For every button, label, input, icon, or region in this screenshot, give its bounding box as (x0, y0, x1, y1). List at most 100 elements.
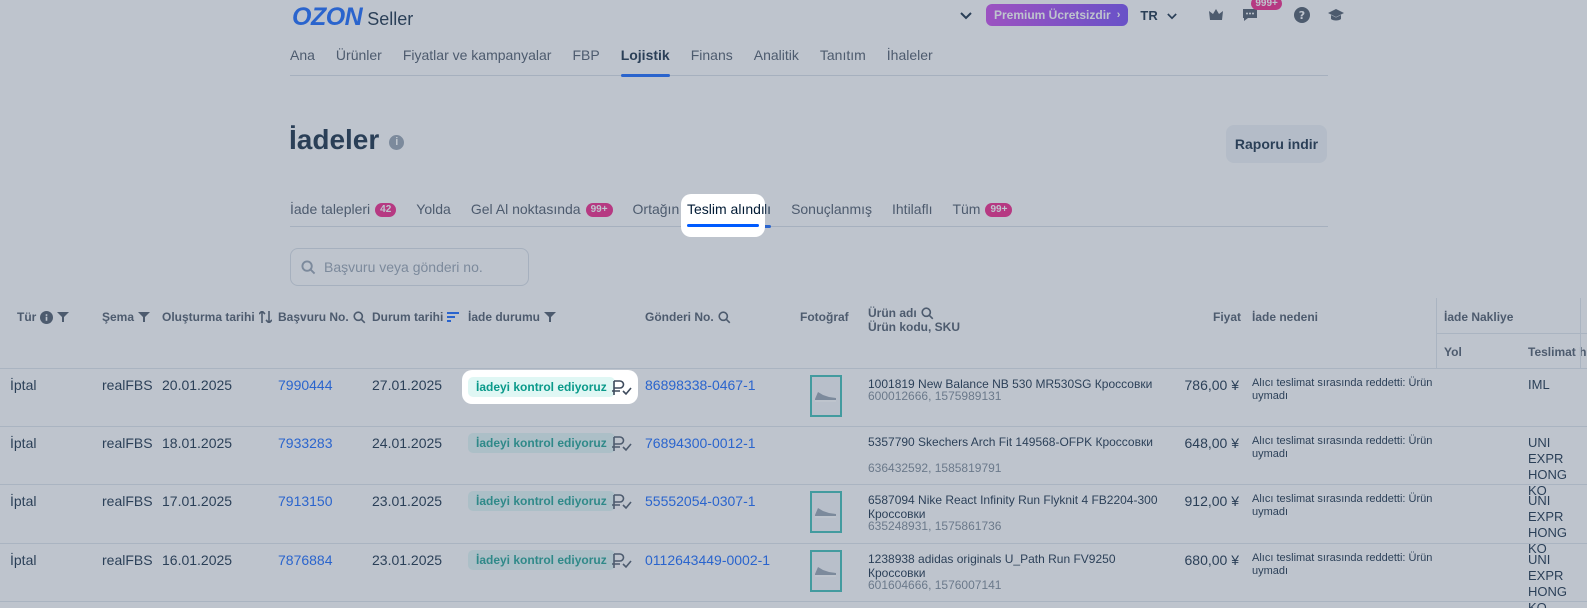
refund-ruble-icon[interactable] (610, 379, 632, 397)
download-report-button[interactable]: Raporu indir (1226, 125, 1327, 163)
cell-status-date: 24.01.2025 (372, 435, 443, 451)
filter-icon[interactable] (57, 312, 70, 322)
product-sku: 601604666, 1576007141 (868, 578, 1002, 592)
product-name: 6587094 Nike React Infinity Run Flyknit … (868, 493, 1158, 521)
top-navigation: Ana Ürünler Fiyatlar ve kampanyalar FBP … (290, 48, 1328, 77)
search-icon[interactable] (353, 310, 366, 324)
cell-price: 680,00 ¥ (1184, 552, 1240, 568)
header-product[interactable]: Ürün adı Ürün kodu, SKU (868, 306, 960, 334)
filter-icon[interactable] (138, 312, 151, 322)
cell-status-date: 23.01.2025 (372, 552, 443, 568)
header-photo: Fotoğraf (800, 310, 849, 324)
premium-button[interactable]: Premium Ücretsizdir › (986, 4, 1129, 26)
cell-status-date: 23.01.2025 (372, 493, 443, 509)
product-name: 5357790 Skechers Arch Fit 149568-OFPK Кр… (868, 435, 1153, 449)
header-label: Ürün adı (868, 306, 917, 320)
nav-item-analitik[interactable]: Analitik (754, 48, 799, 76)
tab-gel-al[interactable]: Gel Al noktasında 99+ (471, 195, 613, 227)
tab-iade-talepleri[interactable]: İade talepleri 42 (290, 195, 397, 227)
header-actions: Premium Ücretsizdir › TR 999+ ? (960, 0, 1345, 26)
row-divider (0, 484, 1587, 485)
nav-item-urunler[interactable]: Ürünler (336, 48, 382, 76)
request-link[interactable]: 7990444 (278, 377, 333, 393)
cell-carrier: IML (1528, 377, 1550, 392)
search-input[interactable] (324, 259, 514, 275)
cell-scheme: realFBS (102, 435, 153, 451)
header-status-date[interactable]: Durum tarihi (372, 310, 460, 324)
status-badge: İadeyi kontrol ediyoruz (468, 433, 615, 453)
info-icon[interactable] (40, 310, 54, 324)
product-photo[interactable] (810, 375, 842, 417)
crown-icon[interactable] (1207, 6, 1225, 24)
tab-sonuclanmis[interactable]: Sonuçlanmış (791, 195, 872, 227)
tab-badge: 42 (375, 203, 397, 217)
shipment-link[interactable]: 55552054-0307-1 (645, 493, 756, 509)
sort-icon[interactable] (258, 311, 272, 323)
cell-reason: Alıcı teslimat sırasında reddetti: Ürün … (1252, 435, 1433, 460)
header-request-no[interactable]: Başvuru No. (278, 310, 366, 324)
cell-reason: Alıcı teslimat sırasında reddetti: Ürün … (1252, 552, 1433, 577)
header-type[interactable]: Tür (17, 310, 70, 324)
filter-icon[interactable] (544, 312, 557, 322)
chevron-down-icon[interactable] (960, 7, 972, 23)
header-label: Oluşturma tarihi (162, 310, 255, 324)
cell-reason: Alıcı teslimat sırasında reddetti: Ürün … (1252, 377, 1433, 402)
status-badge: İadeyi kontrol ediyoruz (468, 491, 615, 511)
nav-item-finans[interactable]: Finans (691, 48, 733, 76)
request-link[interactable]: 7913150 (278, 493, 333, 509)
language-selector[interactable]: TR (1140, 8, 1178, 23)
sort-desc-icon[interactable] (447, 312, 460, 322)
chevron-down-icon (1167, 12, 1178, 19)
shipment-link[interactable]: 86898338-0467-1 (645, 377, 756, 393)
shipment-link[interactable]: 76894300-0012-1 (645, 435, 756, 451)
status-badge: İadeyi kontrol ediyoruz (468, 550, 615, 570)
tab-badge: 99+ (585, 203, 613, 217)
cell-carrier: UNI EXPR HONG KO (1528, 493, 1567, 556)
cell-status-date: 27.01.2025 (372, 377, 443, 393)
nav-item-fbp[interactable]: FBP (572, 48, 599, 76)
graduation-cap-icon[interactable] (1327, 6, 1345, 24)
search-icon[interactable] (921, 306, 934, 320)
tab-teslim-alindi-spotlight[interactable]: Teslim alındı (681, 194, 765, 237)
shipment-link[interactable]: 0112643449-0002-1 (645, 552, 770, 568)
refund-ruble-icon[interactable] (610, 493, 632, 511)
product-photo[interactable] (810, 491, 842, 533)
chat-icon[interactable]: 999+ (1241, 0, 1282, 24)
nav-item-fiyatlar[interactable]: Fiyatlar ve kampanyalar (403, 48, 552, 76)
info-icon[interactable]: i (389, 134, 405, 150)
tab-tum[interactable]: Tüm 99+ (952, 195, 1013, 227)
page-title-text: İadeler (289, 124, 380, 155)
cell-type: İptal (10, 377, 37, 393)
header-shipment-no[interactable]: Gönderi No. (645, 310, 731, 324)
page-title: İadeler i (289, 124, 405, 156)
nav-item-lojistik[interactable]: Lojistik (620, 48, 670, 77)
tab-yolda[interactable]: Yolda (416, 195, 451, 227)
nav-item-ihaleler[interactable]: İhaleler (887, 48, 933, 76)
nav-item-ana[interactable]: Ana (290, 48, 315, 76)
help-icon[interactable]: ? (1293, 6, 1311, 24)
tab-ortagin[interactable]: Ortağın (633, 195, 680, 227)
header-return-status[interactable]: İade durumu (468, 310, 557, 324)
product-photo[interactable] (810, 550, 842, 592)
logo-brand: OZON (292, 3, 363, 31)
nav-item-tanitim[interactable]: Tanıtım (820, 48, 866, 76)
header-created[interactable]: Oluşturma tarihi (162, 310, 272, 324)
refund-ruble-icon[interactable] (610, 435, 632, 453)
cell-created: 17.01.2025 (162, 493, 233, 509)
tab-ihtilafli[interactable]: Ihtilaflı (892, 195, 932, 227)
header-scheme[interactable]: Şema (102, 310, 151, 324)
request-link[interactable]: 7933283 (278, 435, 333, 451)
refund-ruble-icon[interactable] (610, 552, 632, 570)
request-link[interactable]: 7876884 (278, 552, 333, 568)
cell-scheme: realFBS (102, 377, 153, 393)
cell-type: İptal (10, 493, 37, 509)
header-label: İade nedeni (1252, 310, 1319, 324)
header-return-shipping: İade Nakliye (1444, 310, 1513, 324)
header-label: Yol (1444, 345, 1462, 359)
search-icon[interactable] (718, 310, 731, 324)
cell-created: 18.01.2025 (162, 435, 233, 451)
tab-badge: 99+ (985, 203, 1013, 217)
ozon-seller-logo[interactable]: OZON Seller (292, 3, 413, 32)
cell-created: 20.01.2025 (162, 377, 233, 393)
header-sublabel: Ürün kodu, SKU (868, 320, 960, 334)
